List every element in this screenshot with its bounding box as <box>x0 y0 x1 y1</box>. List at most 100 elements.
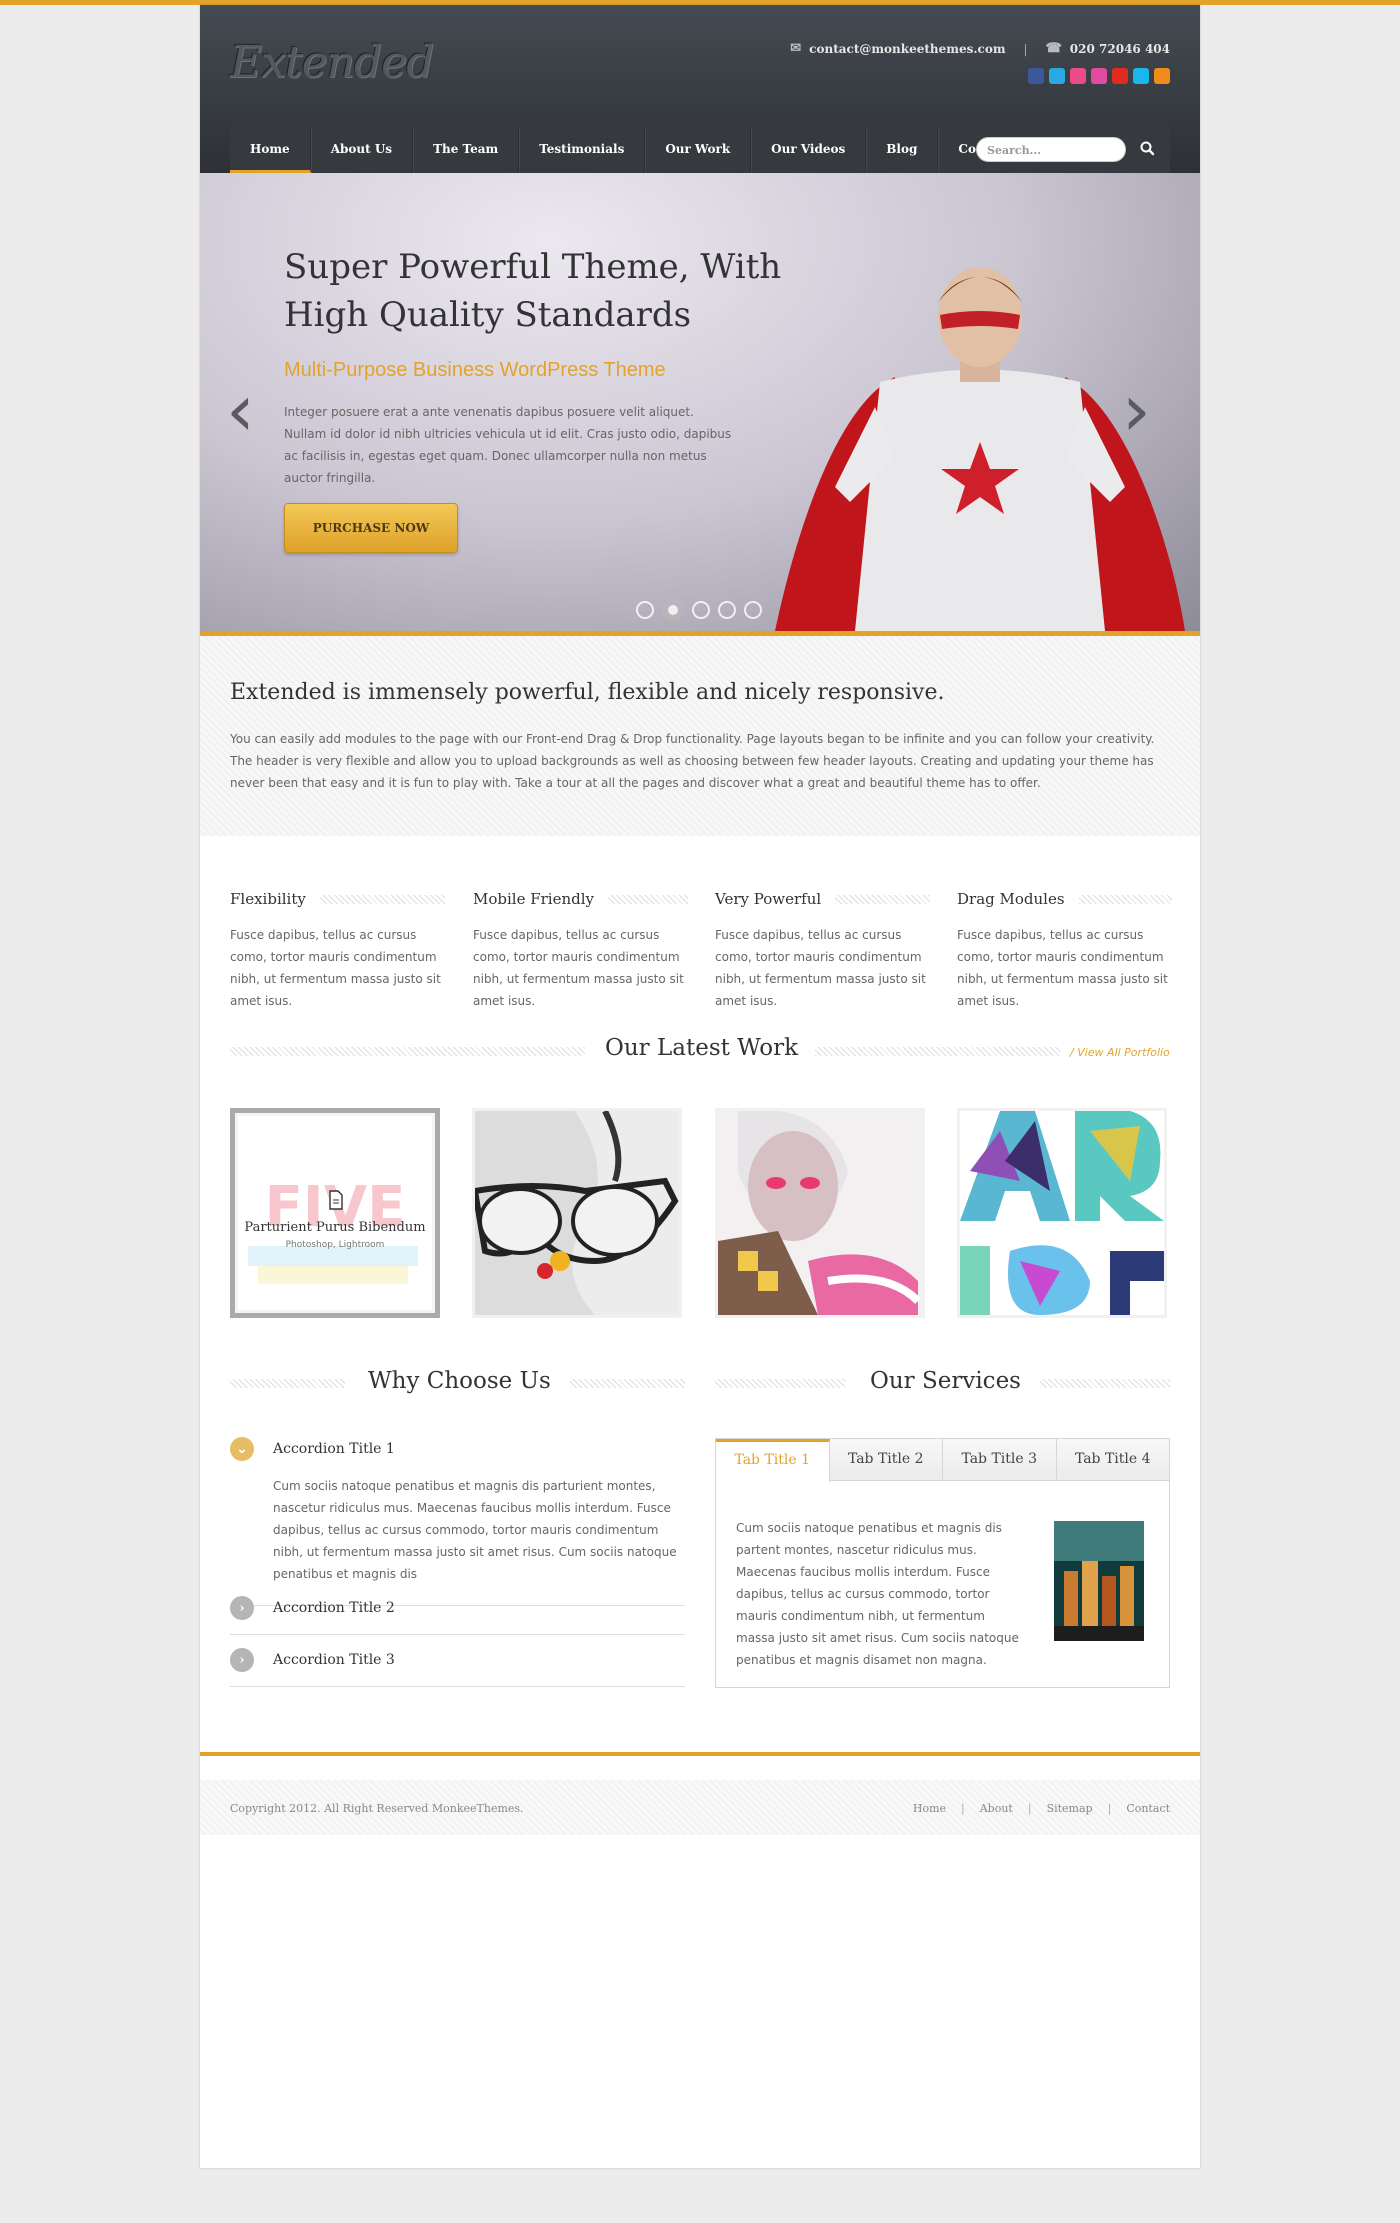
footer-link-home[interactable]: Home <box>913 1802 946 1815</box>
tab-1[interactable]: Tab Title 1 <box>716 1439 830 1482</box>
feature-flexibility: Flexibility Fusce dapibus, tellus ac cur… <box>230 890 445 1012</box>
prev-arrow-icon[interactable]: ‹ <box>226 368 255 452</box>
footer-link-separator: | <box>1027 1802 1032 1815</box>
nav-item-work[interactable]: Our Work <box>645 127 752 173</box>
slider-dot[interactable] <box>692 601 710 619</box>
search-input[interactable]: Search... <box>976 137 1126 162</box>
chevron-right-icon: › <box>230 1648 254 1672</box>
flickr-icon[interactable] <box>1091 68 1107 84</box>
portfolio-hover-title: Parturient Purus Bibendum <box>244 1220 426 1235</box>
feature-drag: Drag Modules Fusce dapibus, tellus ac cu… <box>957 890 1172 1012</box>
tab-content-text: Cum sociis natoque penatibus et magnis d… <box>736 1521 1019 1667</box>
divider-hatch <box>570 1379 685 1388</box>
footer-link-separator: | <box>961 1802 965 1815</box>
contact-email[interactable]: contact@monkeethemes.com <box>809 42 1005 56</box>
divider-hatch <box>815 1047 1060 1056</box>
accordion-header[interactable]: › Accordion Title 3 <box>230 1634 685 1686</box>
rss-icon[interactable] <box>1154 68 1170 84</box>
portfolio-item[interactable]: FIVE Parturient Purus Bibendum Photoshop… <box>230 1108 440 1318</box>
footer-accent-line <box>200 1752 1200 1756</box>
copyright-text: Copyright 2012. All Right Reserved Monke… <box>230 1802 524 1815</box>
accordion-title: Accordion Title 2 <box>273 1600 395 1616</box>
view-all-portfolio-link[interactable]: / View All Portfolio <box>1070 1046 1170 1059</box>
services-title: Our Services <box>870 1368 1021 1394</box>
contact-phone: 020 72046 404 <box>1069 41 1170 56</box>
site-logo[interactable]: Extended <box>230 37 434 88</box>
feature-text: Fusce dapibus, tellus ac cursus como, to… <box>230 928 441 1008</box>
mail-icon: ✉ <box>790 41 802 56</box>
tab-3[interactable]: Tab Title 3 <box>943 1439 1057 1480</box>
feature-title: Drag Modules <box>957 890 1065 908</box>
hero-title: Super Powerful Theme, With High Quality … <box>284 247 782 335</box>
main-nav: Home About Us The Team Testimonials Our … <box>230 127 1170 173</box>
divider-hatch <box>1078 894 1172 904</box>
slider-dot[interactable] <box>636 601 654 619</box>
divider-hatch <box>608 894 688 904</box>
vimeo-icon[interactable] <box>1133 68 1149 84</box>
accordion-item-3: › Accordion Title 3 <box>230 1634 685 1687</box>
tab-4[interactable]: Tab Title 4 <box>1056 1439 1169 1480</box>
feature-text: Fusce dapibus, tellus ac cursus como, to… <box>715 928 926 1008</box>
nav-item-videos[interactable]: Our Videos <box>751 127 867 173</box>
portfolio-image: FIVE <box>238 1116 432 1310</box>
portfolio-image <box>475 1111 679 1315</box>
accordion-title: Accordion Title 3 <box>273 1652 395 1668</box>
facebook-icon[interactable] <box>1028 68 1044 84</box>
hero-text: Integer posuere erat a ante venenatis da… <box>284 405 732 485</box>
tab-2[interactable]: Tab Title 2 <box>829 1439 943 1480</box>
twitter-icon[interactable] <box>1049 68 1065 84</box>
slider-dot-active[interactable] <box>662 599 684 621</box>
feature-text: Fusce dapibus, tellus ac cursus como, to… <box>957 928 1168 1008</box>
portfolio-item[interactable] <box>715 1108 925 1318</box>
divider-hatch <box>715 1379 845 1388</box>
nav-item-testimonials[interactable]: Testimonials <box>519 127 646 173</box>
divider-hatch <box>1040 1379 1170 1388</box>
search-icon[interactable] <box>1139 139 1155 159</box>
nav-item-about[interactable]: About Us <box>311 127 414 173</box>
contact-info: ✉ contact@monkeethemes.com | ☎ 020 72046… <box>790 41 1170 56</box>
site-header: Extended ✉ contact@monkeethemes.com | ☎ … <box>200 5 1200 173</box>
portfolio-image <box>718 1111 922 1315</box>
intro-heading: Extended is immensely powerful, flexible… <box>230 680 945 705</box>
feature-text: Fusce dapibus, tellus ac cursus como, to… <box>473 928 684 1008</box>
purchase-button[interactable]: PURCHASE NOW <box>284 503 458 553</box>
nav-item-team[interactable]: The Team <box>413 127 520 173</box>
accordion-title: Accordion Title 1 <box>273 1441 395 1457</box>
feature-title: Very Powerful <box>715 890 822 908</box>
portfolio-item[interactable] <box>957 1108 1167 1318</box>
slider-dot[interactable] <box>718 601 736 619</box>
footer-link-about[interactable]: About <box>980 1802 1013 1815</box>
tab-bar: Tab Title 1 Tab Title 2 Tab Title 3 Tab … <box>716 1439 1169 1482</box>
divider-hatch <box>230 1047 585 1056</box>
chevron-down-icon: ⌄ <box>230 1437 254 1461</box>
footer-link-sitemap[interactable]: Sitemap <box>1047 1802 1093 1815</box>
page-container: Extended ✉ contact@monkeethemes.com | ☎ … <box>200 5 1200 2168</box>
portfolio-image <box>960 1111 1164 1315</box>
intro-text: You can easily add modules to the page w… <box>230 732 1155 790</box>
slider-dot[interactable] <box>744 601 762 619</box>
site-footer: Copyright 2012. All Right Reserved Monke… <box>200 1780 1200 1835</box>
hero-subtitle: Multi-Purpose Business WordPress Theme <box>284 359 666 381</box>
nav-item-blog[interactable]: Blog <box>866 127 939 173</box>
portfolio-item[interactable] <box>472 1108 682 1318</box>
services-tabs: Tab Title 1 Tab Title 2 Tab Title 3 Tab … <box>715 1438 1170 1688</box>
accordion-item-1: ⌄ Accordion Title 1 Cum sociis natoque p… <box>230 1423 685 1606</box>
footer-link-separator: | <box>1107 1802 1112 1815</box>
divider-hatch <box>835 894 930 904</box>
accordion-header[interactable]: ⌄ Accordion Title 1 <box>230 1423 685 1475</box>
chevron-right-icon: › <box>230 1596 254 1620</box>
accordion-header[interactable]: › Accordion Title 2 <box>230 1582 685 1634</box>
latest-work-title: Our Latest Work <box>605 1035 799 1061</box>
footer-link-contact[interactable]: Contact <box>1126 1802 1170 1815</box>
social-icons <box>1028 68 1170 84</box>
divider-hatch <box>319 894 445 904</box>
divider-hatch <box>230 1379 345 1388</box>
feature-powerful: Very Powerful Fusce dapibus, tellus ac c… <box>715 890 930 1012</box>
portfolio-hover-subtitle: Photoshop, Lightroom <box>285 1240 385 1250</box>
feature-title: Mobile Friendly <box>473 890 595 908</box>
youtube-icon[interactable] <box>1112 68 1128 84</box>
nav-item-home[interactable]: Home <box>230 127 311 173</box>
dribbble-icon[interactable] <box>1070 68 1086 84</box>
feature-mobile: Mobile Friendly Fusce dapibus, tellus ac… <box>473 890 688 1012</box>
hero-image <box>775 267 1185 631</box>
